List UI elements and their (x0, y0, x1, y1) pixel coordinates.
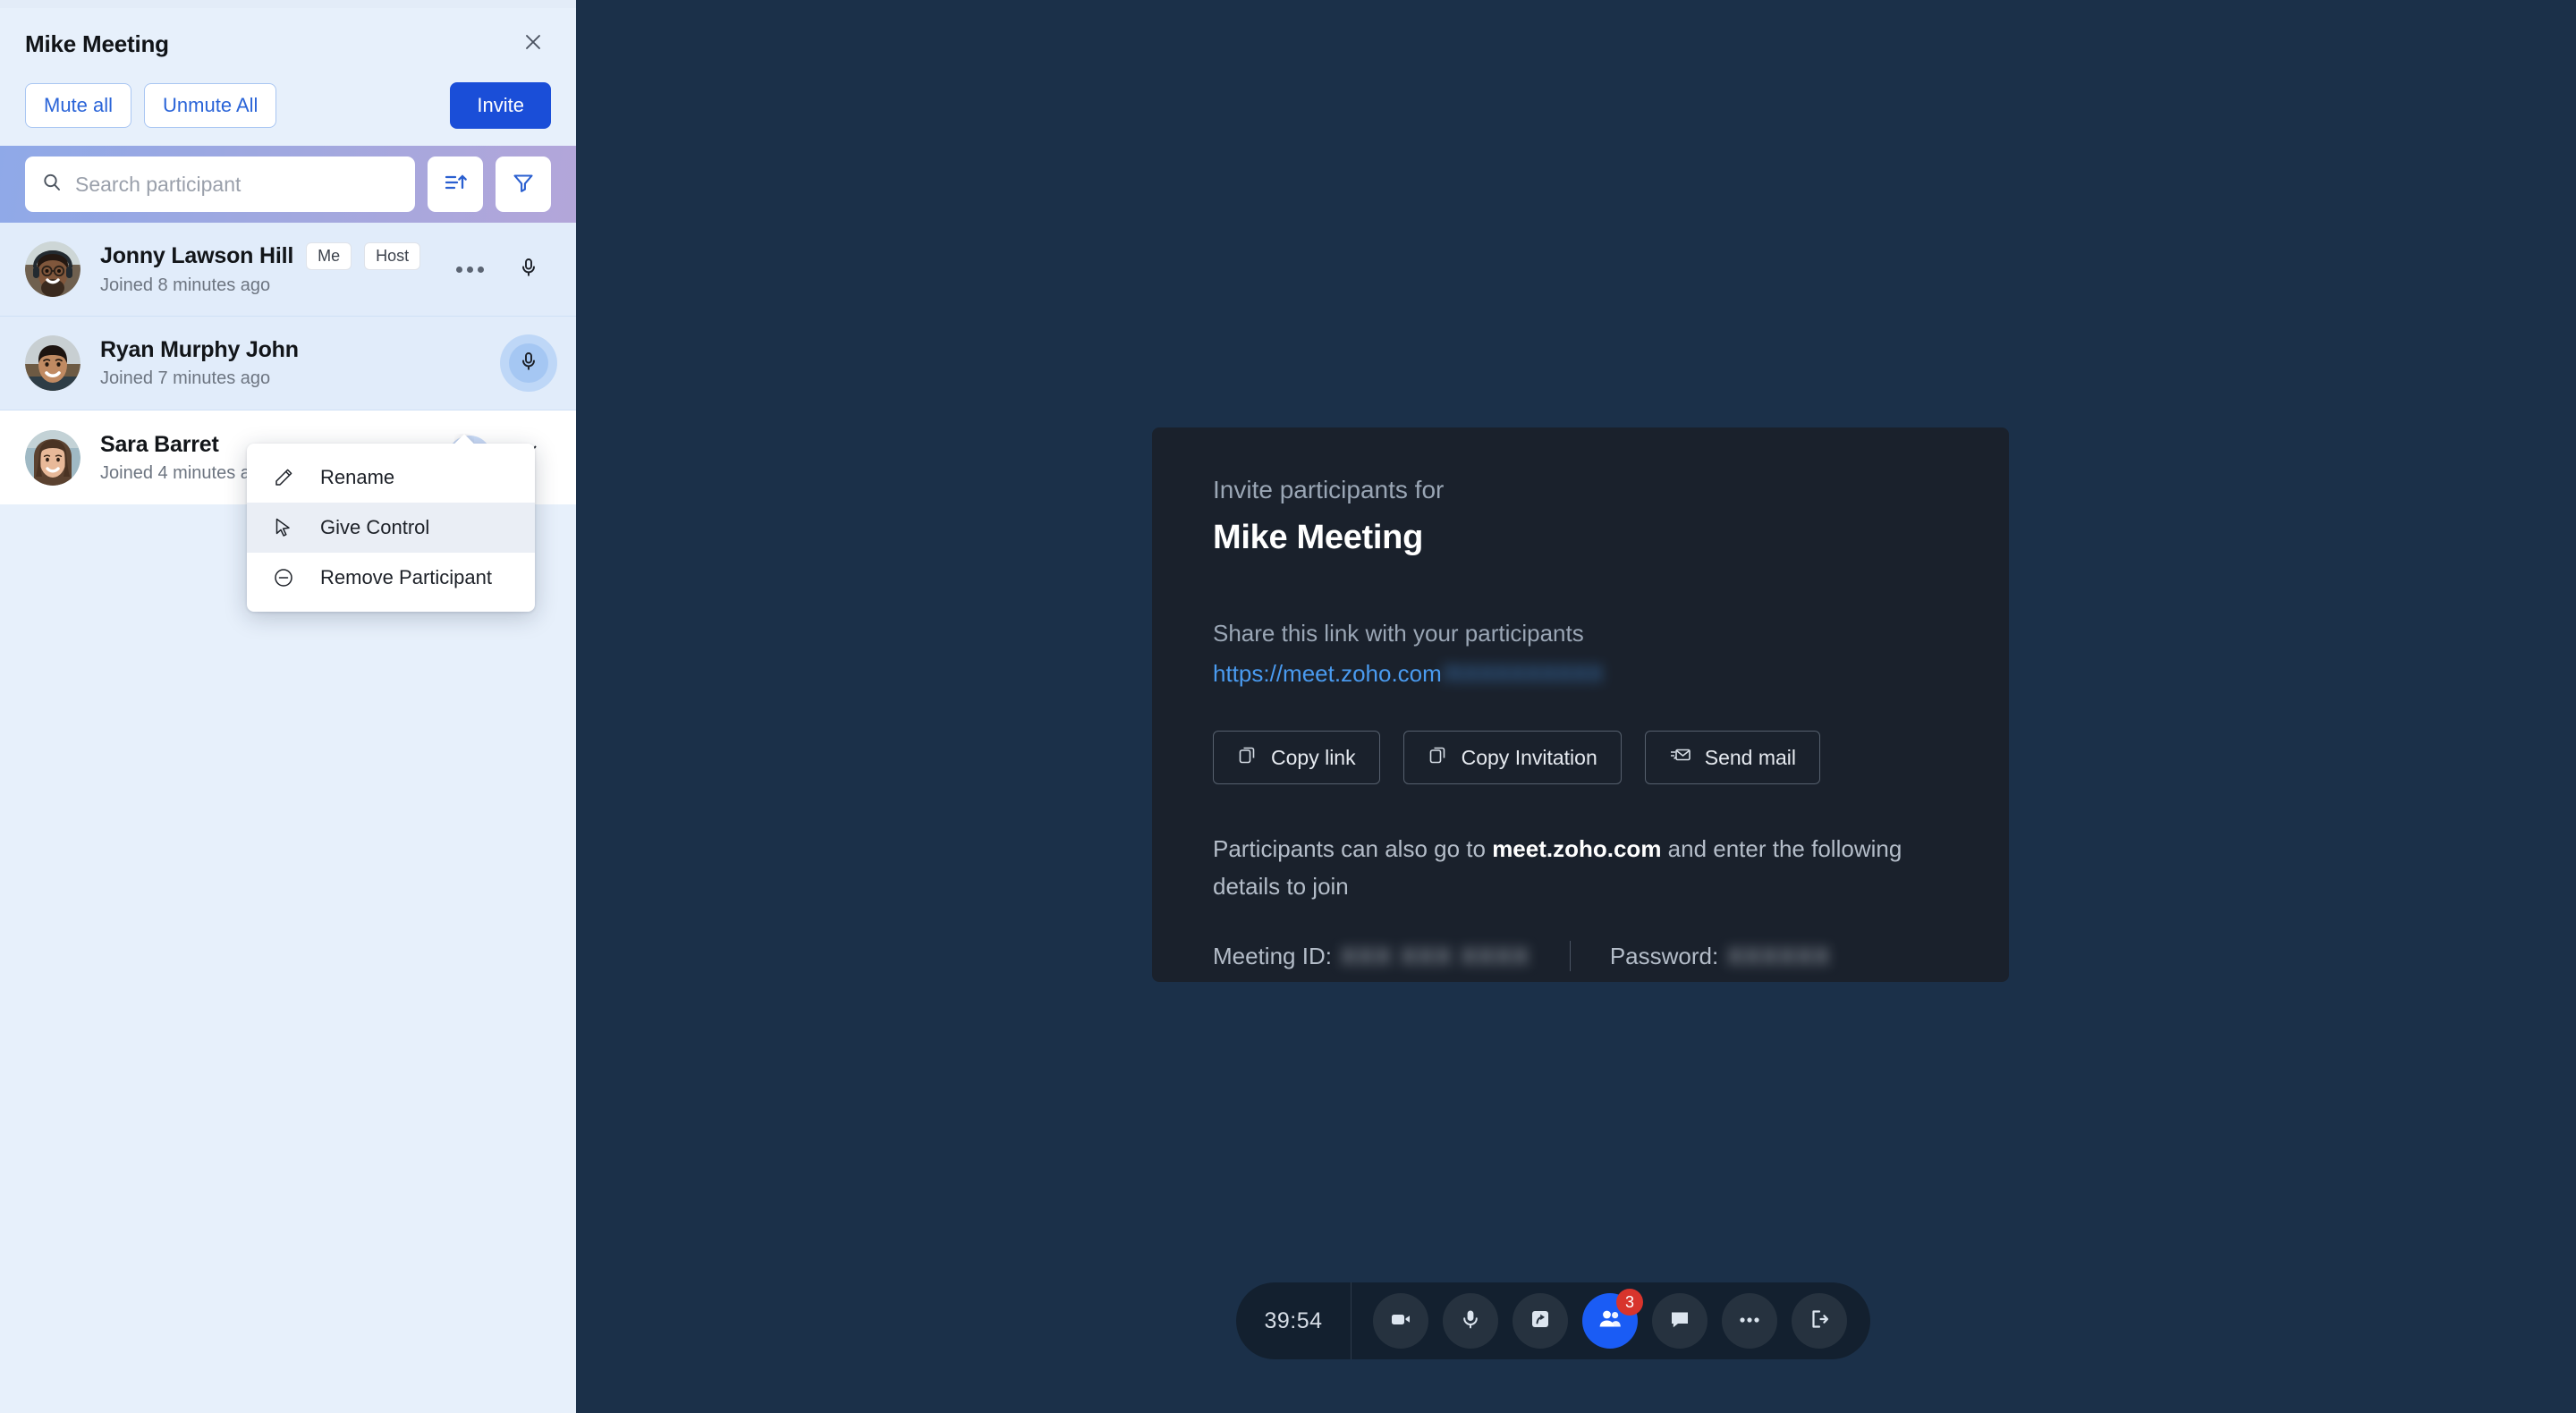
context-menu-item-label: Give Control (320, 516, 430, 538)
password-label: Password: (1609, 942, 1719, 969)
search-input[interactable] (75, 172, 399, 197)
context-menu-item-give-control[interactable]: Give Control (247, 503, 535, 553)
copy-icon (1237, 744, 1271, 771)
participants-panel: Mike Meeting Mute all Unmute All Invite (0, 0, 576, 1413)
context-menu-item-label: Rename (320, 466, 395, 488)
participant-mic-button[interactable] (500, 334, 557, 392)
close-icon (521, 30, 545, 58)
meeting-id-value: XXX XXX XXXX (1340, 942, 1530, 969)
badge-host: Host (364, 242, 421, 270)
leave-meeting-button[interactable] (1792, 1293, 1847, 1349)
pencil-icon (272, 466, 302, 489)
microphone-button[interactable] (1443, 1293, 1498, 1349)
exit-icon (1807, 1307, 1832, 1336)
sort-icon (442, 169, 469, 200)
participant-row-actions (492, 334, 557, 392)
send-mail-icon (1669, 744, 1705, 771)
participants-count-badge: 3 (1616, 1289, 1643, 1316)
more-icon (477, 266, 484, 273)
copy-link-label: Copy link (1271, 745, 1356, 769)
participants-button[interactable]: 3 (1582, 1289, 1643, 1349)
join-details: Meeting ID: XXX XXX XXXX Password: XXXXX… (1213, 941, 1948, 972)
participant-mic-button[interactable] (506, 247, 551, 292)
invite-modal-eyebrow: Invite participants for (1213, 476, 1445, 503)
share-link-label: Share this link with your participants (1213, 620, 1584, 647)
panel-top-strip (0, 0, 576, 8)
invite-modal-button-row: Copy link Copy Invitation Send mail (1213, 731, 1948, 784)
participant-row[interactable]: Ryan Murphy John Joined 7 minutes ago (0, 317, 576, 410)
chat-button[interactable] (1652, 1293, 1707, 1349)
context-menu-item-rename[interactable]: Rename (247, 453, 535, 503)
send-mail-button[interactable]: Send mail (1644, 731, 1821, 784)
badge-me: Me (306, 242, 352, 270)
more-icon (466, 266, 473, 273)
avatar (25, 429, 80, 486)
copy-invitation-label: Copy Invitation (1461, 745, 1597, 769)
panel-bulk-actions: Mute all Unmute All Invite (25, 78, 551, 133)
avatar (25, 335, 80, 391)
copy-invitation-button[interactable]: Copy Invitation (1402, 731, 1622, 784)
context-menu-item-label: Remove Participant (320, 566, 492, 588)
more-icon (455, 266, 462, 273)
send-mail-label: Send mail (1704, 745, 1797, 769)
participant-joined-time: Joined 7 minutes ago (100, 368, 271, 388)
join-domain: meet.zoho.com (1492, 835, 1662, 862)
join-instructions-prefix: Participants can also go to (1213, 835, 1493, 862)
close-panel-button[interactable] (515, 26, 551, 62)
meeting-toolbar: 39:54 3 (1236, 1282, 1870, 1359)
password-value: XXXXXX (1727, 942, 1832, 969)
participant-context-menu: Rename Give Control Remove Participant (247, 444, 535, 612)
share-screen-icon (1528, 1307, 1553, 1336)
meeting-app: Invite participants for Mike Meeting Sha… (0, 0, 2576, 1413)
meeting-timer: 39:54 (1264, 1307, 1323, 1333)
participant-info: Ryan Murphy John Joined 7 minutes ago (100, 337, 492, 389)
camera-button[interactable] (1373, 1293, 1428, 1349)
mute-all-button[interactable]: Mute all (25, 83, 132, 128)
microphone-icon (516, 255, 541, 284)
toolbar-divider (1351, 1282, 1352, 1359)
cursor-icon (272, 516, 302, 539)
invite-button[interactable]: Invite (450, 82, 551, 129)
filter-icon (511, 170, 536, 199)
participant-name: Jonny Lawson Hill (100, 243, 294, 268)
invite-modal-meeting-name: Mike Meeting (1213, 519, 1423, 556)
avatar (25, 241, 80, 297)
meeting-id-label: Meeting ID: (1213, 942, 1332, 969)
copy-link-button[interactable]: Copy link (1213, 731, 1380, 784)
participant-info: Jonny Lawson Hill Me Host Joined 8 minut… (100, 242, 447, 296)
search-icon (41, 172, 63, 198)
filter-participants-button[interactable] (496, 157, 551, 212)
meeting-link[interactable]: https://meet.zoho.com /XXXXXXXXXX (1213, 660, 1948, 688)
chat-icon (1667, 1307, 1692, 1336)
share-screen-button[interactable] (1513, 1293, 1568, 1349)
join-instructions: Participants can also go to meet.zoho.co… (1213, 831, 1919, 905)
participant-name: Ryan Murphy John (100, 337, 299, 362)
details-separator (1569, 941, 1571, 972)
meeting-link-hidden: /XXXXXXXXXX (1441, 660, 1604, 687)
microphone-icon (1458, 1307, 1483, 1336)
panel-title: Mike Meeting (25, 30, 169, 57)
panel-header: Mike Meeting Mute all Unmute All Invite (0, 8, 576, 133)
copy-icon (1428, 744, 1462, 771)
search-field-wrapper[interactable] (25, 157, 415, 212)
camera-icon (1388, 1307, 1413, 1336)
search-toolbar (0, 146, 576, 223)
minus-circle-icon (272, 566, 302, 589)
more-icon (1737, 1313, 1762, 1329)
participant-row[interactable]: Jonny Lawson Hill Me Host Joined 8 minut… (0, 223, 576, 317)
context-menu-item-remove-participant[interactable]: Remove Participant (247, 553, 535, 603)
participant-name: Sara Barret (100, 431, 219, 457)
unmute-all-button[interactable]: Unmute All (144, 83, 277, 128)
more-options-button[interactable] (1722, 1293, 1777, 1349)
participant-row-actions (447, 247, 551, 292)
meeting-link-visible: https://meet.zoho.com (1213, 660, 1442, 687)
participant-joined-time: Joined 8 minutes ago (100, 275, 271, 295)
context-menu-caret (454, 434, 474, 444)
invite-modal: Invite participants for Mike Meeting Sha… (1152, 427, 2009, 982)
sort-participants-button[interactable] (428, 157, 483, 212)
participant-more-button[interactable] (447, 247, 492, 292)
